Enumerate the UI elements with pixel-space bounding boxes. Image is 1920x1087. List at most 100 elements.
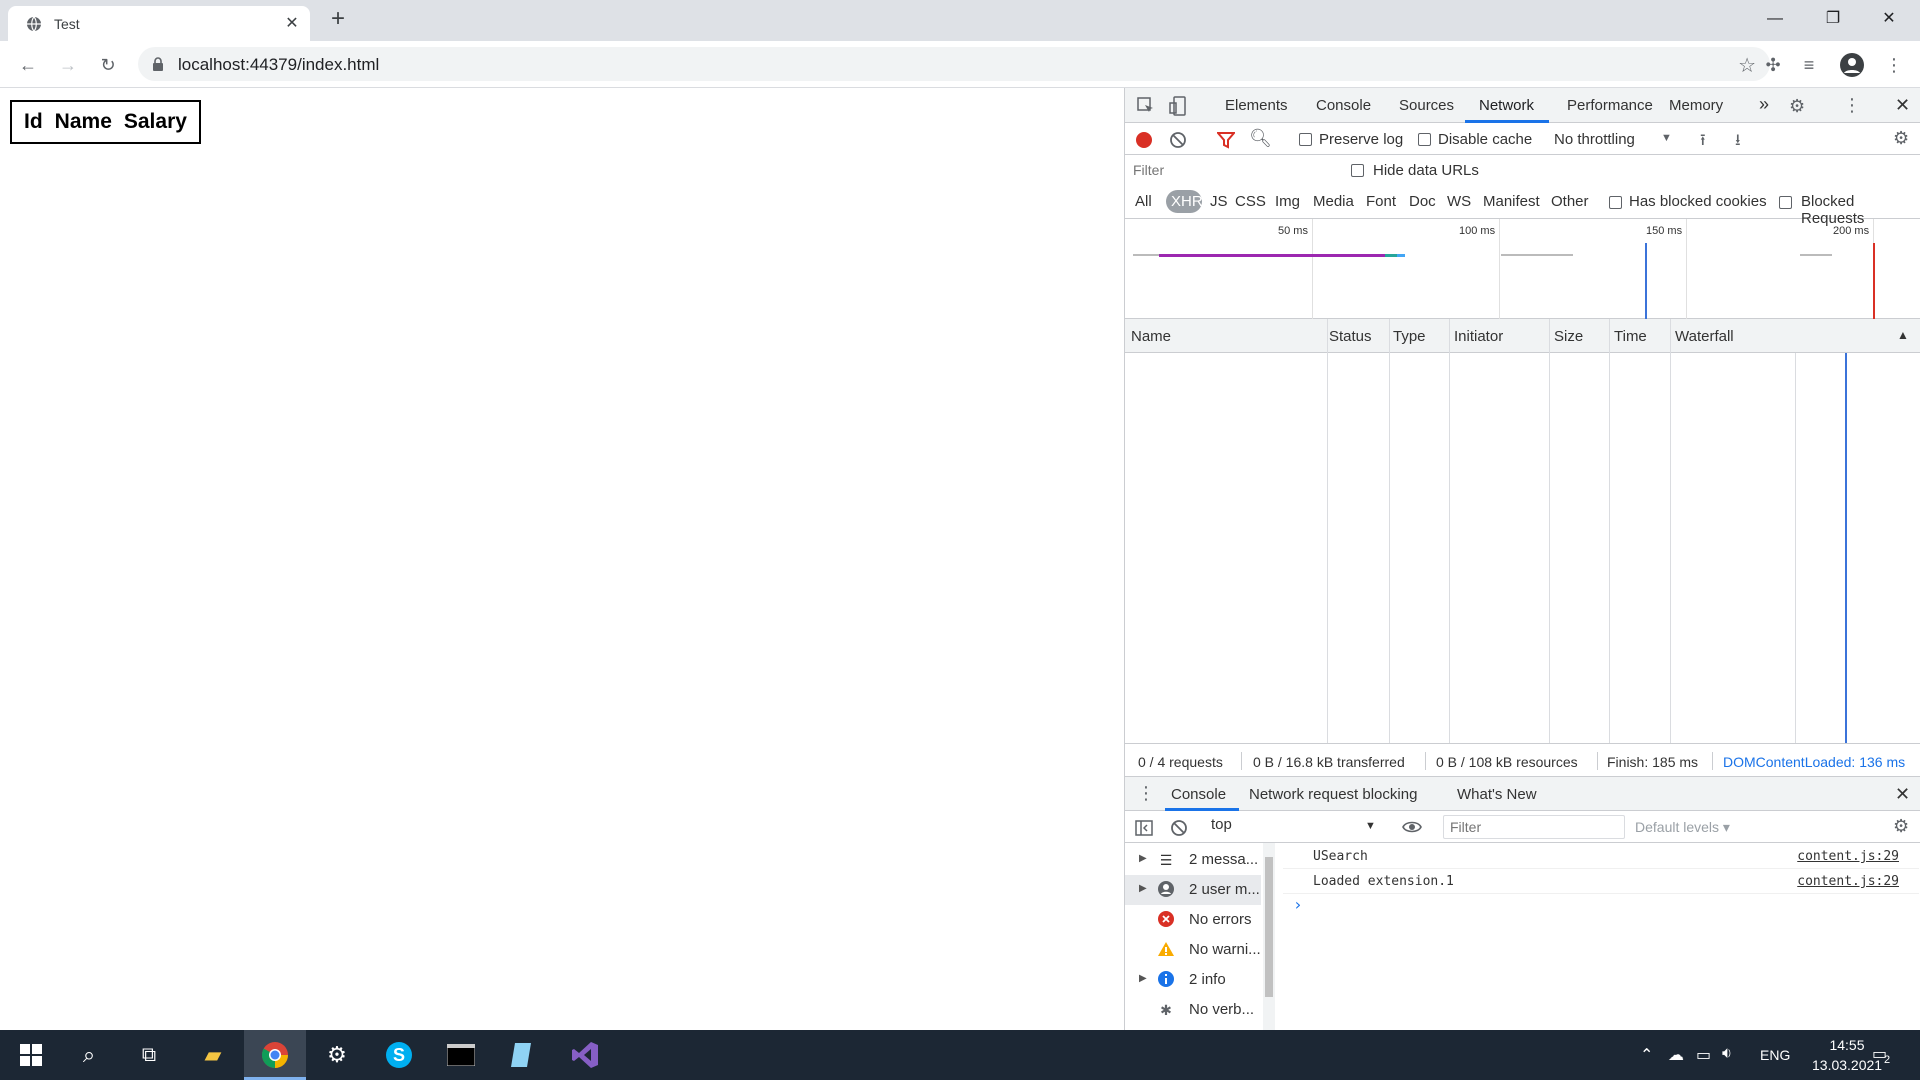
type-xhr[interactable]: XHR	[1171, 193, 1203, 210]
column-status[interactable]: Status	[1329, 328, 1372, 345]
console-settings-icon[interactable]: ⚙	[1893, 816, 1909, 837]
throttling-select[interactable]: No throttling	[1554, 131, 1635, 148]
disable-cache-checkbox[interactable]	[1418, 133, 1431, 146]
sort-ascending-icon[interactable]: ▲	[1897, 328, 1909, 342]
drawer-tab-network-request-blocking[interactable]: Network request blocking	[1249, 786, 1417, 803]
console-message-source-link[interactable]: content.js:29	[1797, 849, 1899, 864]
column-time[interactable]: Time	[1614, 328, 1647, 345]
type-all[interactable]: All	[1135, 193, 1152, 210]
settings-gear-icon[interactable]: ⚙	[1789, 96, 1805, 117]
expand-arrow-icon[interactable]: ▶	[1139, 883, 1147, 894]
new-tab-button[interactable]: +	[326, 7, 350, 32]
hide-data-urls-checkbox[interactable]	[1351, 164, 1364, 177]
inspect-element-icon[interactable]	[1137, 97, 1155, 115]
clear-icon[interactable]	[1169, 131, 1187, 149]
minimize-button[interactable]: —	[1752, 4, 1798, 34]
drawer-tab-console[interactable]: Console	[1171, 786, 1226, 803]
sidebar-scrollbar[interactable]	[1263, 843, 1275, 1030]
start-button[interactable]	[0, 1030, 62, 1080]
menu-kebab-icon[interactable]: ⋮	[1882, 53, 1906, 77]
preserve-log-checkbox[interactable]	[1299, 133, 1312, 146]
import-har-icon[interactable]: ⭱	[1700, 129, 1706, 156]
close-window-button[interactable]: ✕	[1866, 4, 1912, 34]
close-tab-icon[interactable]: ✕	[282, 14, 302, 34]
back-icon[interactable]: ←	[16, 53, 40, 77]
more-tabs-icon[interactable]: »	[1759, 94, 1769, 115]
tab-memory[interactable]: Memory	[1669, 97, 1723, 114]
tab-sources[interactable]: Sources	[1399, 97, 1454, 114]
drawer-menu-kebab-icon[interactable]: ⋮	[1137, 783, 1155, 804]
network-icon[interactable]: ▭	[1696, 1045, 1711, 1065]
sidebar-item-warnings[interactable]: No warni...	[1125, 935, 1261, 965]
task-view-icon[interactable]: ⧉	[118, 1030, 180, 1080]
tab-elements[interactable]: Elements	[1225, 97, 1288, 114]
tab-console[interactable]: Console	[1316, 97, 1371, 114]
language-indicator[interactable]: ENG	[1760, 1047, 1790, 1063]
scrollbar-thumb[interactable]	[1265, 857, 1273, 997]
avatar[interactable]	[1840, 53, 1864, 77]
column-waterfall[interactable]: Waterfall	[1675, 328, 1734, 345]
chrome-icon[interactable]	[244, 1030, 306, 1080]
drawer-tab-whats-new[interactable]: What's New	[1457, 786, 1537, 803]
type-ws[interactable]: WS	[1447, 193, 1471, 210]
sidebar-item-verbose[interactable]: ✱ No verb...	[1125, 995, 1261, 1025]
customize-kebab-icon[interactable]: ⋮	[1843, 95, 1861, 116]
notepad-icon[interactable]	[492, 1030, 554, 1080]
settings-taskbar-icon[interactable]: ⚙	[306, 1030, 368, 1080]
network-settings-icon[interactable]: ⚙	[1893, 128, 1909, 149]
tab-network[interactable]: Network	[1479, 97, 1534, 114]
bookmark-star-icon[interactable]: ☆	[1738, 53, 1756, 78]
sidebar-item-errors[interactable]: No errors	[1125, 905, 1261, 935]
forward-icon[interactable]: →	[56, 53, 80, 77]
restore-button[interactable]: ❐	[1810, 4, 1856, 34]
column-initiator[interactable]: Initiator	[1454, 328, 1503, 345]
type-css[interactable]: CSS	[1235, 193, 1266, 210]
console-filter-input[interactable]	[1443, 815, 1625, 839]
console-message-source-link[interactable]: content.js:29	[1797, 874, 1899, 889]
type-manifest[interactable]: Manifest	[1483, 193, 1540, 210]
network-filter-input[interactable]	[1133, 159, 1333, 181]
column-name[interactable]: Name	[1131, 328, 1171, 345]
console-prompt[interactable]: ›	[1283, 895, 1919, 919]
default-levels-select[interactable]: Default levels ▾	[1635, 819, 1730, 836]
close-drawer-icon[interactable]: ✕	[1895, 784, 1910, 805]
type-doc[interactable]: Doc	[1409, 193, 1436, 210]
sidebar-item-messages[interactable]: ▶ ☰ 2 messa...	[1125, 845, 1261, 875]
show-sidebar-icon[interactable]	[1135, 819, 1153, 837]
reload-icon[interactable]: ↻	[96, 53, 120, 77]
eye-icon[interactable]	[1402, 820, 1422, 834]
tab-performance[interactable]: Performance	[1567, 97, 1653, 114]
search-icon[interactable]: 🔍︎	[1249, 128, 1272, 149]
column-type[interactable]: Type	[1393, 328, 1426, 345]
record-icon[interactable]	[1135, 131, 1153, 149]
volume-icon[interactable]: 🔉︎	[1722, 1045, 1732, 1063]
context-dropdown-arrow-icon[interactable]: ▼	[1365, 820, 1376, 832]
context-select[interactable]: top	[1211, 816, 1387, 838]
device-toolbar-icon[interactable]	[1169, 96, 1187, 116]
has-blocked-cookies-checkbox[interactable]	[1609, 196, 1622, 209]
expand-arrow-icon[interactable]: ▶	[1139, 973, 1147, 984]
browser-tab[interactable]: Test ✕	[8, 6, 310, 41]
blocked-requests-checkbox[interactable]	[1779, 196, 1792, 209]
sidebar-item-user-messages[interactable]: ▶ 2 user m...	[1125, 875, 1261, 905]
type-other[interactable]: Other	[1551, 193, 1589, 210]
terminal-icon[interactable]	[430, 1030, 492, 1080]
search-taskbar-icon[interactable]: ⌕	[58, 1030, 120, 1080]
close-devtools-icon[interactable]: ✕	[1895, 95, 1910, 116]
file-explorer-icon[interactable]: ▰	[182, 1030, 244, 1080]
type-media[interactable]: Media	[1313, 193, 1354, 210]
tray-overflow-icon[interactable]: ⌃	[1640, 1045, 1653, 1065]
column-size[interactable]: Size	[1554, 328, 1583, 345]
type-font[interactable]: Font	[1366, 193, 1396, 210]
filter-icon[interactable]	[1217, 131, 1235, 149]
sidebar-item-info[interactable]: ▶ 2 info	[1125, 965, 1261, 995]
export-har-icon[interactable]: ⭳	[1735, 129, 1741, 156]
clear-console-icon[interactable]	[1170, 819, 1188, 837]
expand-arrow-icon[interactable]: ▶	[1139, 853, 1147, 864]
address-bar[interactable]: localhost:44379/index.html ☆	[138, 47, 1770, 81]
media-control-icon[interactable]: ≡	[1797, 53, 1821, 77]
tray-app-icon[interactable]: ☁	[1668, 1045, 1684, 1065]
visual-studio-icon[interactable]	[554, 1030, 616, 1080]
dropdown-arrow-icon[interactable]: ▼	[1661, 132, 1672, 144]
network-overview-timeline[interactable]: 50 ms 100 ms 150 ms 200 ms	[1125, 219, 1920, 319]
